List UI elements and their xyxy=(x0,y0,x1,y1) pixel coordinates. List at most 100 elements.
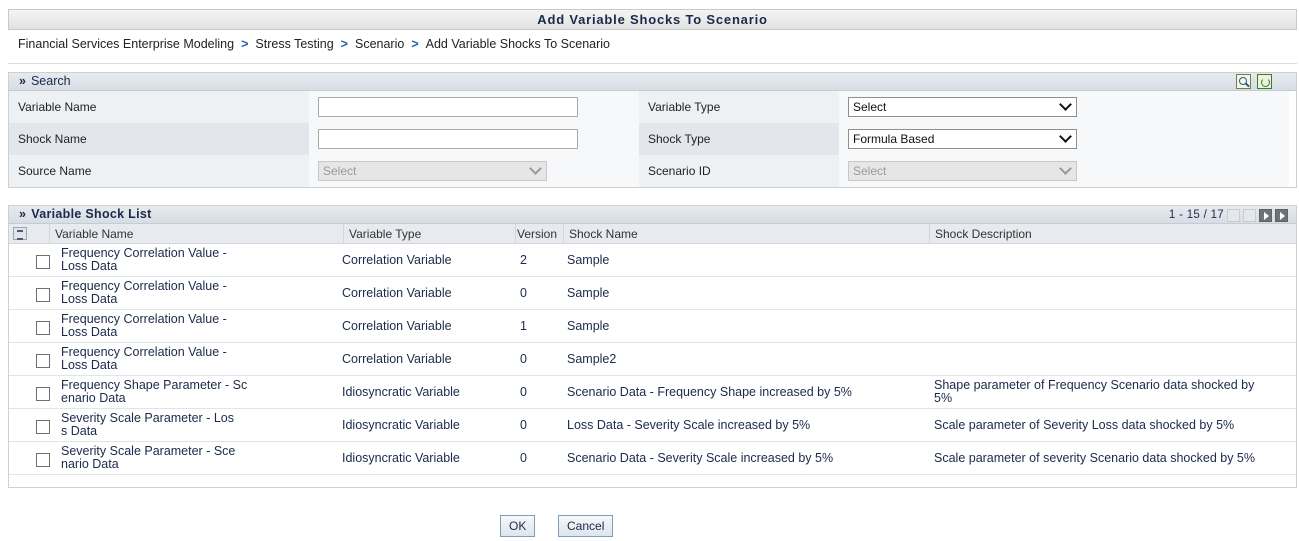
row-checkbox[interactable] xyxy=(36,453,50,467)
shock-type-value: Formula Based xyxy=(853,132,935,146)
cell-version: 0 xyxy=(520,418,527,432)
row-checkbox[interactable] xyxy=(36,354,50,368)
cell-version: 0 xyxy=(520,286,527,300)
cell-variable-name: Frequency Shape Parameter - Sc enario Dat… xyxy=(61,378,248,405)
ok-button[interactable]: OK xyxy=(500,515,536,537)
cell-variable-type: Idiosyncratic Variable xyxy=(342,385,460,399)
table-row[interactable]: Severity Scale Parameter - Sce nario Data… xyxy=(9,442,1296,475)
table-row[interactable]: Severity Scale Parameter - Los s Data Idio… xyxy=(9,409,1296,442)
variable-type-label: Variable Type xyxy=(639,91,839,123)
column-header-version[interactable]: Version xyxy=(515,224,567,244)
source-name-label: Source Name xyxy=(9,155,309,187)
column-header-variable-type[interactable]: Variable Type xyxy=(343,224,515,244)
search-panel-header[interactable]: » Search xyxy=(9,73,1296,91)
cell-version: 1 xyxy=(520,319,527,333)
cell-shock-description: Shape parameter of Frequency Scenario da… xyxy=(934,378,1255,405)
cell-shock-description: Scale parameter of severity Scenario dat… xyxy=(934,451,1256,465)
scenario-id-select: Select xyxy=(848,161,1077,181)
breadcrumb-item-fsem[interactable]: Financial Services Enterprise Modeling xyxy=(18,37,234,51)
next-page-icon[interactable] xyxy=(1259,209,1272,222)
cell-variable-type: Correlation Variable xyxy=(342,352,452,366)
column-header-variable-name[interactable]: Variable Name xyxy=(49,224,343,244)
cell-shock-name: Loss Data - Severity Scale increased by … xyxy=(567,418,811,432)
table-row[interactable]: Frequency Shape Parameter - Sc enario Dat… xyxy=(9,376,1296,409)
shock-name-label: Shock Name xyxy=(9,123,309,155)
cell-shock-name: Sample xyxy=(567,286,610,300)
list-panel-header[interactable]: » Variable Shock List 1 - 15 / 17 xyxy=(9,206,1296,224)
sort-icon[interactable] xyxy=(9,224,49,244)
cell-variable-name: Frequency Correlation Value - Loss Data xyxy=(61,312,227,339)
chevron-down-icon xyxy=(1060,164,1070,174)
cell-variable-type: Correlation Variable xyxy=(342,319,452,333)
cell-shock-name: Scenario Data - Frequency Shape increase… xyxy=(567,385,852,399)
shock-type-label: Shock Type xyxy=(639,123,839,155)
last-page-icon[interactable] xyxy=(1275,209,1288,222)
cell-variable-type: Correlation Variable xyxy=(342,253,452,267)
row-checkbox[interactable] xyxy=(36,288,50,302)
cell-shock-name: Scenario Data - Severity Scale increased… xyxy=(567,451,834,465)
cell-variable-name: Frequency Correlation Value - Loss Data xyxy=(61,246,227,273)
table-body: Frequency Correlation Value - Loss Data Co… xyxy=(9,244,1296,475)
pagination: 1 - 15 / 17 xyxy=(1169,207,1288,224)
previous-page-icon xyxy=(1243,209,1256,222)
breadcrumb: Financial Services Enterprise Modeling > S… xyxy=(18,37,610,51)
cell-variable-name: Frequency Correlation Value - Loss Data xyxy=(61,345,227,372)
breadcrumb-separator: > xyxy=(241,37,249,51)
collapse-chevron-icon[interactable]: » xyxy=(19,74,26,88)
cell-variable-type: Idiosyncratic Variable xyxy=(342,418,460,432)
cell-variable-type: Correlation Variable xyxy=(342,286,452,300)
list-panel-title: Variable Shock List xyxy=(31,207,152,221)
scenario-id-label: Scenario ID xyxy=(639,155,839,187)
row-checkbox[interactable] xyxy=(36,420,50,434)
variable-shock-list-panel: » Variable Shock List 1 - 15 / 17 Variabl… xyxy=(8,205,1297,488)
chevron-down-icon xyxy=(1060,100,1070,110)
table-row[interactable]: Frequency Correlation Value - Loss Data Co… xyxy=(9,244,1296,277)
search-icon[interactable] xyxy=(1236,74,1251,89)
row-checkbox[interactable] xyxy=(36,255,50,269)
first-page-icon xyxy=(1227,209,1240,222)
table-header: Variable Name Variable Type Version Shoc… xyxy=(9,224,1296,244)
table-row[interactable]: Frequency Correlation Value - Loss Data Co… xyxy=(9,277,1296,310)
chevron-down-icon xyxy=(530,164,540,174)
cell-shock-description: Scale parameter of Severity Loss data sh… xyxy=(934,418,1235,432)
collapse-chevron-icon[interactable]: » xyxy=(19,207,26,221)
chevron-down-icon xyxy=(1060,132,1070,142)
cell-version: 0 xyxy=(520,451,527,465)
breadcrumb-item-scenario[interactable]: Scenario xyxy=(355,37,404,51)
page-title: Add Variable Shocks To Scenario xyxy=(8,9,1297,30)
row-checkbox[interactable] xyxy=(36,321,50,335)
cell-variable-name: Severity Scale Parameter - Los s Data xyxy=(61,411,234,438)
cell-version: 2 xyxy=(520,253,527,267)
cell-variable-name: Severity Scale Parameter - Sce nario Data xyxy=(61,444,236,471)
table-row[interactable]: Frequency Correlation Value - Loss Data Co… xyxy=(9,310,1296,343)
cell-version: 0 xyxy=(520,352,527,366)
variable-name-label: Variable Name xyxy=(9,91,309,123)
breadcrumb-separator: > xyxy=(411,37,419,51)
scenario-id-value: Select xyxy=(853,164,887,178)
cancel-button[interactable]: Cancel xyxy=(558,515,614,537)
variable-type-select[interactable]: Select xyxy=(848,97,1077,117)
row-checkbox[interactable] xyxy=(36,387,50,401)
column-header-shock-name[interactable]: Shock Name xyxy=(563,224,929,244)
breadcrumb-separator: > xyxy=(340,37,348,51)
cell-shock-name: Sample xyxy=(567,319,610,333)
cell-shock-name: Sample xyxy=(567,253,610,267)
table-row[interactable]: Frequency Correlation Value - Loss Data Co… xyxy=(9,343,1296,376)
shock-name-input[interactable] xyxy=(318,129,578,149)
reset-icon[interactable] xyxy=(1257,74,1272,89)
source-name-select: Select xyxy=(318,161,547,181)
cell-variable-type: Idiosyncratic Variable xyxy=(342,451,460,465)
pagination-count: 1 - 15 / 17 xyxy=(1168,209,1224,221)
source-name-value: Select xyxy=(323,164,357,178)
divider xyxy=(8,63,1297,64)
search-panel: » Search Variable Name Variable Type Sele… xyxy=(8,72,1297,188)
cell-shock-name: Sample2 xyxy=(567,352,617,366)
cell-variable-name: Frequency Correlation Value - Loss Data xyxy=(61,279,227,306)
variable-type-value: Select xyxy=(853,100,887,114)
breadcrumb-item-current: Add Variable Shocks To Scenario xyxy=(425,37,611,51)
column-header-shock-description[interactable]: Shock Description xyxy=(929,224,1298,244)
search-panel-title: Search xyxy=(30,74,71,88)
breadcrumb-item-stress-testing[interactable]: Stress Testing xyxy=(255,37,333,51)
variable-name-input[interactable] xyxy=(318,97,578,117)
shock-type-select[interactable]: Formula Based xyxy=(848,129,1077,149)
